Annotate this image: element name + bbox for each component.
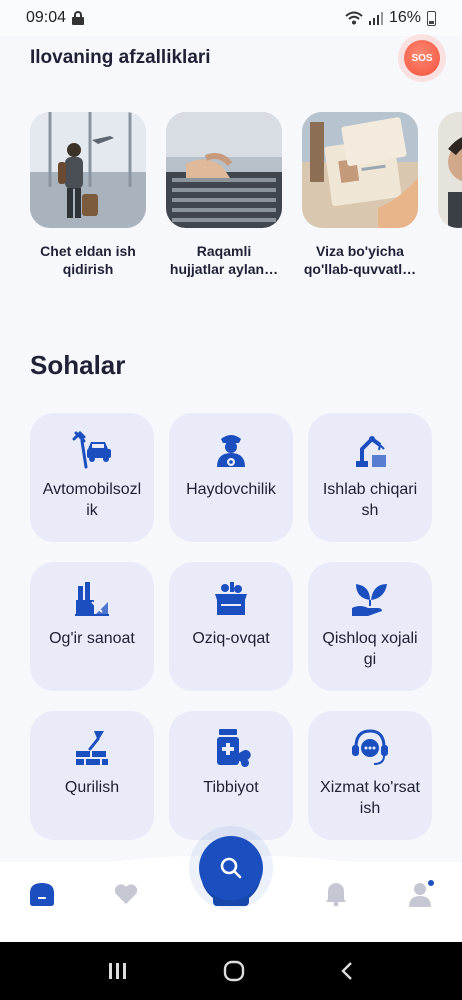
file-cabinet-image: [166, 112, 282, 228]
status-right: 16%: [345, 9, 436, 27]
medicine-icon: [217, 729, 251, 767]
sector-grid: Avtomobilsozlik Haydovchilik Ishlab chiq…: [30, 413, 434, 840]
feature-label: Viza bo'yicha qo'llab-quvvatl…: [303, 243, 417, 277]
battery-percent: 16%: [388, 9, 421, 26]
wifi-icon: [345, 11, 363, 25]
airport-traveler-image: [30, 112, 146, 228]
sector-label: Qurilish: [64, 779, 120, 796]
search-button[interactable]: [199, 836, 263, 900]
portrait-image: [438, 112, 462, 228]
sector-label: Qishloq xojaligi: [322, 630, 418, 668]
sector-label: Avtomobilsozlik: [42, 481, 142, 519]
grocery-box-icon: [215, 582, 247, 615]
feature-label: Chet eldan ish qidirish: [40, 243, 136, 277]
sector-label: Haydovchilik: [186, 481, 276, 498]
sector-tile-qurilish[interactable]: Qurilish: [30, 711, 154, 840]
robot-arm-icon: [356, 436, 386, 467]
plant-hand-icon: [352, 584, 387, 616]
feature-card-job-search[interactable]: Chet eldan ish qidirish: [30, 112, 146, 287]
search-icon: [220, 857, 242, 879]
sector-label: Tibbiyot: [203, 779, 259, 796]
sector-tile-xizmat-korsatish[interactable]: Xizmat ko'rsatish: [308, 711, 432, 840]
nav-home[interactable]: [28, 880, 56, 908]
sector-tile-tibbiyot[interactable]: Tibbiyot: [169, 711, 293, 840]
sector-tile-oziq-ovqat[interactable]: Oziq-ovqat: [169, 562, 293, 691]
battery-icon: [427, 10, 436, 26]
nav-favorites[interactable]: [112, 880, 140, 908]
sector-tile-haydovchilik[interactable]: Haydovchilik: [169, 413, 293, 542]
heart-icon: [114, 884, 138, 904]
feature-card-digital-docs[interactable]: Raqamli hujjatlar aylan…: [166, 112, 282, 287]
passport-image: [302, 112, 418, 228]
driver-icon: [217, 435, 245, 467]
feature-card-partial[interactable]: [438, 112, 462, 287]
home-button-icon[interactable]: [223, 960, 245, 982]
section-title: Sohalar: [30, 350, 126, 380]
sector-label: Og'ir sanoat: [49, 630, 135, 647]
sector-label: Xizmat ko'rsatish: [320, 779, 420, 817]
lock-icon: [72, 11, 85, 25]
trowel-bricks-icon: [76, 731, 108, 765]
factory-icon: [75, 582, 109, 616]
signal-icon: [368, 11, 383, 25]
page-title: Ilovaning afzalliklari: [30, 47, 211, 68]
status-time: 09:04: [26, 9, 67, 26]
feature-card-visa-support[interactable]: Viza bo'yicha qo'llab-quvvatl…: [302, 112, 418, 287]
nav-notifications[interactable]: [322, 880, 350, 908]
sector-tile-avtomobilsozlik[interactable]: Avtomobilsozlik: [30, 413, 154, 542]
recent-apps-icon[interactable]: [107, 961, 129, 981]
sector-label: Ishlab chiqarish: [322, 481, 418, 519]
home-icon: [30, 883, 54, 906]
status-bar: 09:04 16%: [0, 0, 462, 36]
sector-label: Oziq-ovqat: [192, 630, 270, 647]
sos-button[interactable]: SOS: [404, 40, 440, 76]
nav-profile[interactable]: [406, 880, 434, 908]
feature-label: Raqamli hujjatlar aylan…: [169, 243, 279, 277]
sector-tile-ogir-sanoat[interactable]: Og'ir sanoat: [30, 562, 154, 691]
header: Ilovaning afzalliklari SOS: [0, 36, 462, 80]
sector-tile-ishlab-chiqarish[interactable]: Ishlab chiqarish: [308, 413, 432, 542]
profile-icon: [409, 880, 434, 907]
feature-carousel[interactable]: Chet eldan ish qidirish Raqamli hujjatla…: [30, 112, 462, 287]
car-repair-icon: [72, 430, 111, 469]
bell-icon: [326, 883, 346, 907]
status-left: 09:04: [26, 9, 85, 27]
back-icon[interactable]: [339, 961, 355, 981]
support-headset-icon: [352, 729, 388, 765]
system-nav-bar: [0, 942, 462, 1000]
sector-tile-qishloq-xojaligi[interactable]: Qishloq xojaligi: [308, 562, 432, 691]
